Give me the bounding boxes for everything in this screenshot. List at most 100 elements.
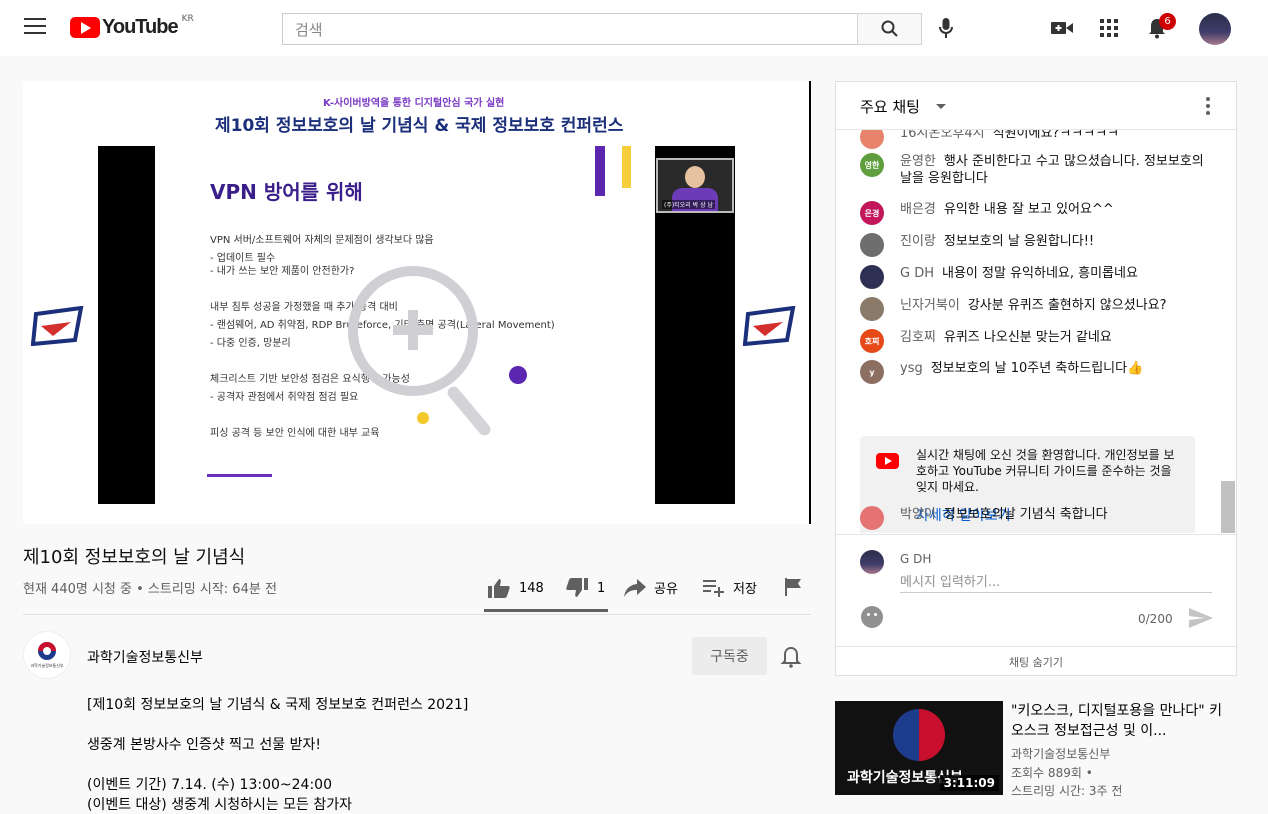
flag-icon (785, 578, 801, 596)
video-meta: 현재 440명 시청 중 • 스트리밍 시작: 64분 전 (23, 582, 277, 597)
chat-author-avatar[interactable]: 영한 (860, 153, 884, 177)
youtube-play-icon (876, 453, 899, 469)
dislike-button[interactable]: 1 (566, 578, 605, 598)
chat-author[interactable]: 진이랑 (900, 234, 936, 249)
video-player[interactable]: K-사이버방역을 통한 디지털안심 국가 실현 제10회 정보보호의 날 기념식… (23, 81, 811, 524)
chat-message: 은경 배은경 유익한 내용 잘 보고 있어요^^ (860, 201, 1210, 225)
chat-message: 호찌 김호찌 유퀴즈 나오신분 맞는거 같네요 (860, 329, 1210, 353)
menu-icon[interactable] (24, 18, 46, 36)
mic-icon[interactable] (934, 16, 958, 40)
description-line: 생중계 본방사수 인증샷 찍고 선물 받자! (87, 737, 321, 753)
chat-author[interactable]: G DH (900, 266, 934, 281)
description-line: (이벤트 대상) 생중계 시청하시는 모든 참가자 (87, 797, 353, 813)
channel-name[interactable]: 과학기술정보통신부 (87, 647, 203, 667)
subscribed-button[interactable]: 구독중 (692, 637, 767, 675)
chat-author[interactable]: ysg (900, 361, 923, 376)
create-video-icon[interactable] (1050, 16, 1074, 40)
chat-text: 직원이에요?ㅋㅋㅋㅋㅋ (992, 130, 1120, 141)
notification-badge: 6 (1159, 13, 1176, 30)
emoji-icon[interactable] (861, 606, 883, 628)
recommended-title[interactable]: "키오스크, 디지털포용을 만나다" 키오스크 정보접근성 및 이... (1011, 701, 1226, 741)
video-duration: 3:11:09 (939, 775, 999, 791)
chat-author-avatar[interactable] (860, 130, 884, 149)
channel-avatar[interactable]: 과학기술정보통신부 (23, 631, 71, 679)
chat-message-input[interactable]: 메시지 입력하기... (900, 571, 1212, 593)
slide-decoration (595, 146, 605, 196)
send-icon[interactable] (1189, 608, 1213, 628)
slide-banner-tagline: K-사이버방역을 통한 디지털안심 국가 실현 (323, 98, 505, 109)
user-avatar[interactable] (1199, 13, 1231, 45)
like-button[interactable]: 148 (488, 578, 544, 598)
like-count: 148 (519, 580, 544, 596)
chat-author-avatar[interactable] (860, 297, 884, 321)
speaker-name-tag: (주)티오리 박 상 남 (662, 200, 716, 209)
chat-author[interactable]: 16시온오후4시 (900, 130, 985, 141)
slide-underline (207, 474, 272, 477)
youtube-play-icon (70, 17, 100, 38)
youtube-logo[interactable]: YouTube KR (70, 13, 194, 39)
slide-line: 피싱 공격 등 보안 인식에 대한 내부 교육 (210, 428, 380, 439)
recommended-thumbnail[interactable]: 과학기술정보통신부 3:11:09 (835, 701, 1003, 795)
chat-mode-selector[interactable]: 주요 채팅 (860, 96, 920, 117)
chat-message: 16시온오후4시 직원이에요?ㅋㅋㅋㅋㅋ (860, 130, 1210, 149)
search-input[interactable]: 검색 (282, 13, 858, 45)
slide-decoration (417, 412, 429, 424)
like-ratio-bar (484, 609, 608, 612)
description-line: [제10회 정보보호의 날 기념식 & 국제 정보보호 컨퍼런스 2021] (87, 697, 469, 713)
thumbs-down-icon (566, 578, 588, 597)
apps-grid-icon[interactable] (1097, 16, 1121, 40)
country-code: KR (181, 13, 194, 24)
hide-chat-button[interactable]: 채팅 숨기기 (836, 646, 1236, 676)
chat-scrollbar[interactable] (1221, 481, 1235, 533)
chat-author[interactable]: 배은경 (900, 202, 936, 217)
report-button[interactable] (785, 578, 801, 596)
like-ratio-fill (484, 609, 608, 612)
chat-author[interactable]: 김호찌 (900, 330, 936, 345)
info-divider (23, 614, 811, 615)
chat-message: y ysg 정보보호의 날 10주년 축하드립니다👍 (860, 360, 1210, 384)
channel-bell-icon[interactable] (779, 645, 803, 669)
thumbs-up-icon (488, 579, 510, 598)
chat-text: 정보보호의 날 응원합니다!! (943, 234, 1095, 249)
recommended-channel[interactable]: 과학기술정보통신부 (1011, 745, 1110, 762)
slide-line: VPN 서버/소프트웨어 자체의 문제점이 생각보다 많음 (210, 235, 434, 246)
chat-messages[interactable]: 16시온오후4시 직원이에요?ㅋㅋㅋㅋㅋ 영한 윤영한 행사 준비한다고 수고 많으… (836, 130, 1236, 533)
search-icon (881, 20, 898, 37)
save-button[interactable]: 저장 (703, 578, 757, 597)
logo-text: YouTube (102, 16, 179, 38)
search-placeholder: 검색 (295, 20, 323, 39)
chat-author-avatar[interactable]: 호찌 (860, 329, 884, 353)
chat-message: 닌자거북이 강사분 유퀴즈 출현하지 않으셨나요? (860, 297, 1210, 321)
chat-input-placeholder: 메시지 입력하기... (900, 575, 1001, 590)
chat-author-avatar[interactable] (860, 265, 884, 289)
chat-author-avatar[interactable]: 은경 (860, 201, 884, 225)
chat-author-avatar[interactable]: y (860, 360, 884, 384)
description-line: (이벤트 기간) 7.14. (수) 13:00~24:00 (87, 777, 332, 793)
event-logo-left (31, 306, 84, 346)
government-emblem-icon (38, 642, 56, 660)
more-options-icon[interactable] (1206, 97, 1210, 115)
chat-text: 강사분 유퀴즈 출현하지 않으셨나요? (967, 298, 1167, 313)
chat-user-avatar (860, 550, 884, 574)
chat-text: 유익한 내용 잘 보고 있어요^^ (943, 202, 1114, 217)
speaker-head (685, 166, 705, 188)
chat-author[interactable]: 박양이 (900, 507, 936, 522)
live-chat-panel: 주요 채팅 16시온오후4시 직원이에요?ㅋㅋㅋㅋㅋ 영한 윤영한 행사 준비한다고… (835, 81, 1237, 676)
chevron-down-icon[interactable] (936, 104, 946, 109)
chat-text: 정보보호의 날 10주년 축하드립니다👍 (930, 361, 1144, 376)
chat-author[interactable]: 닌자거북이 (900, 298, 960, 313)
chat-author[interactable]: 윤영한 (900, 154, 936, 169)
chat-message: 박양이 정보보호의날 기념식 축합니다 (860, 506, 1210, 530)
share-button[interactable]: 공유 (624, 578, 678, 597)
chat-author-avatar[interactable] (860, 233, 884, 257)
chat-text: 행사 준비한다고 수고 많으셨습니다. 정보보호의 날을 응원합니다 (900, 154, 1204, 186)
slide-line: - 내가 쓰는 보안 제품이 안전한가? (210, 266, 355, 277)
slide-line: - 공격자 관점에서 취약점 점검 필요 (210, 392, 359, 403)
chat-author-avatar[interactable] (860, 506, 884, 530)
slide-decoration (622, 146, 631, 188)
slide-title: VPN 방어를 위해 (210, 180, 363, 204)
recommended-views: 조회수 889회 • (1011, 766, 1093, 780)
video-title: 제10회 정보보호의 날 기념식 (23, 547, 246, 568)
chat-message: G DH 내용이 정말 유익하네요, 흥미롭네요 (860, 265, 1210, 289)
search-button[interactable] (857, 13, 922, 45)
